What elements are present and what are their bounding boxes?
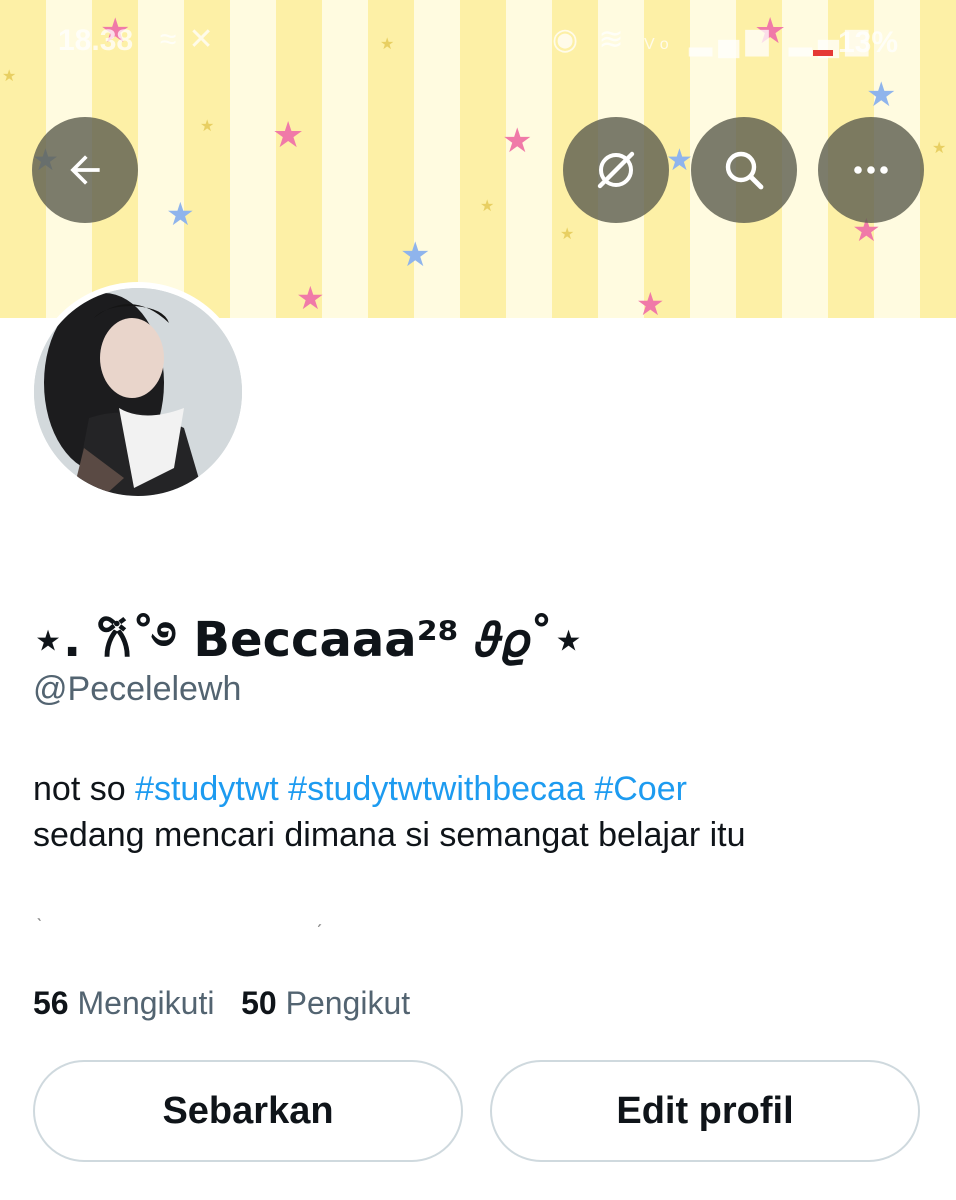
banner-star-decoration: ★ [666,143,693,178]
banner-star-decoration: ★ [200,116,215,135]
search-icon [725,151,764,190]
user-handle: @Pecelelewh [33,670,242,708]
share-profile-button[interactable]: Sebarkan [33,1060,463,1162]
hashtag-link[interactable]: #studytwt [135,770,279,808]
banner-star-decoration: ★ [480,196,495,215]
bio-text: not so [33,770,136,808]
banner-star-decoration: ★ [296,279,325,317]
signal-icon: ▂▄▆ [689,23,775,56]
battery-icon [813,50,833,56]
follow-stats: 56 Mengikuti 50 Pengikut [33,985,410,1022]
bio-line-1: not so #studytwt #studytwtwithbecaa #Coe… [33,766,933,812]
banner-star-decoration: ★ [400,235,431,275]
back-button[interactable] [32,117,138,223]
avatar-photo [34,288,242,496]
bio-line-2: sedang mencari dimana si semangat belaja… [33,816,746,854]
following-label: Mengikuti [77,985,215,1021]
bio-decoration: ˊ [316,922,323,944]
banner-star-decoration: ★ [932,138,947,157]
followers-stat[interactable]: 50 Pengikut [241,985,410,1021]
followers-label: Pengikut [285,985,411,1021]
banner-star-decoration: ★ [560,224,575,243]
bio-decoration: ˋ [36,916,43,938]
location-icon: ◉ [552,23,585,56]
following-count: 56 [33,985,69,1021]
status-time: 18.38 [58,24,134,57]
avatar[interactable] [34,288,242,496]
more-options-button[interactable] [818,117,924,223]
hashtag-link[interactable]: #Coer [594,770,687,808]
edit-profile-button[interactable]: Edit profil [490,1060,920,1162]
vpn-icon: ≈ [160,23,189,56]
following-stat[interactable]: 56 Mengikuti [33,985,214,1021]
banner-star-decoration: ★ [272,115,305,156]
arrow-left-icon [70,155,100,185]
x-app-icon: ✕ [188,23,226,56]
more-icon [854,166,888,174]
hidden-icon [597,151,635,189]
battery-percent: 13% [838,26,899,59]
banner-star-decoration: ★ [502,121,533,161]
wifi-icon: ≋ [598,23,630,56]
banner-star-decoration: ★ [166,195,195,233]
status-bar: 18.38 ≈✕ ◉ ≋ Vo ▂▄▆ ▂▄▆ 13% [0,0,956,86]
volte-lte2-icon: Vo [644,36,675,53]
followers-count: 50 [241,985,277,1021]
status-icons-left: ≈✕ [160,22,226,57]
search-button[interactable] [691,117,797,223]
hashtag-link[interactable]: #studytwtwithbecaa [288,770,585,808]
hidden-replies-button[interactable] [563,117,669,223]
avatar-border [28,282,248,502]
profile-bio: not so #studytwt #studytwtwithbecaa #Coe… [33,766,933,858]
banner-star-decoration: ★ [636,285,665,318]
